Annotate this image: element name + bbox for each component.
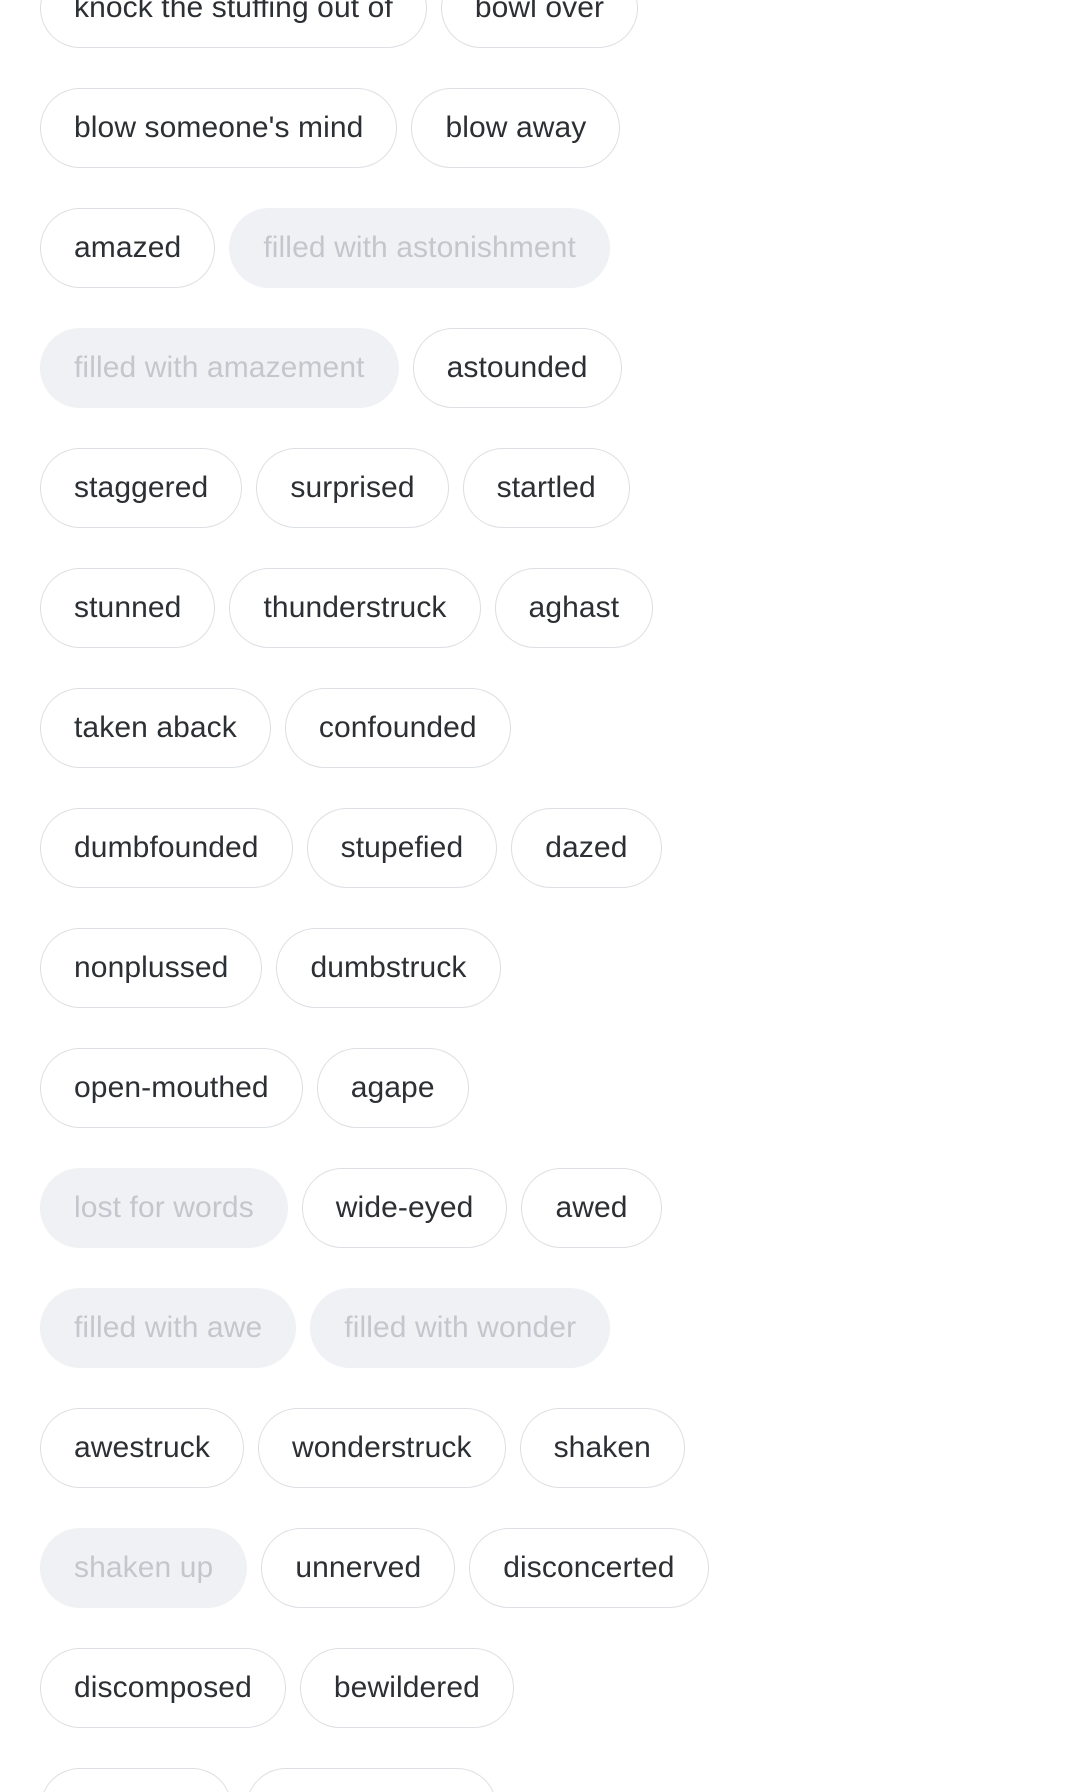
synonym-list-viewport[interactable]: knock the stuffing out of bowl over blow s… — [0, 0, 1075, 1792]
synonym-chip[interactable]: flabbergasted — [246, 1768, 498, 1792]
synonym-chip[interactable]: blow away — [411, 88, 621, 168]
synonym-chip[interactable]: taken aback — [40, 688, 271, 768]
synonym-chip: shaken up — [40, 1528, 248, 1608]
synonym-chip[interactable]: dazed — [511, 808, 662, 888]
synonym-chip[interactable]: startled — [462, 448, 630, 528]
synonym-chip[interactable]: confounded — [284, 688, 511, 768]
synonym-chip[interactable]: wonderstruck — [257, 1408, 506, 1488]
synonym-chip: filled with astonishment — [229, 208, 610, 288]
synonym-chip[interactable]: thunderstruck — [229, 568, 481, 648]
synonym-chip[interactable]: agape — [316, 1048, 469, 1128]
synonym-chip[interactable]: wide-eyed — [301, 1168, 508, 1248]
synonym-chip: filled with amazement — [40, 328, 399, 408]
synonym-chip[interactable]: staggered — [40, 448, 243, 528]
synonym-chip[interactable]: bewildered — [299, 1648, 514, 1728]
synonym-chip: filled with awe — [40, 1288, 297, 1368]
synonym-chip[interactable]: amazed — [40, 208, 216, 288]
synonym-chip[interactable]: disconcerted — [469, 1528, 709, 1608]
synonym-chip[interactable]: dumbstruck — [276, 928, 501, 1008]
synonym-chip[interactable]: nonplussed — [40, 928, 263, 1008]
synonym-chip: lost for words — [40, 1168, 288, 1248]
synonym-chip[interactable]: bowl over — [440, 0, 639, 48]
synonym-chip[interactable]: bemused — [40, 1768, 233, 1792]
synonym-chip[interactable]: astounded — [412, 328, 622, 408]
synonym-chip[interactable]: aghast — [494, 568, 654, 648]
synonym-chip: filled with wonder — [310, 1288, 611, 1368]
synonym-chip[interactable]: awed — [521, 1168, 662, 1248]
synonym-chip[interactable]: stupefied — [306, 808, 498, 888]
synonym-chip[interactable]: discomposed — [40, 1648, 286, 1728]
synonym-chip[interactable]: surprised — [256, 448, 449, 528]
synonym-chip[interactable]: shaken — [519, 1408, 685, 1488]
synonym-chip[interactable]: unnerved — [261, 1528, 456, 1608]
synonym-chip[interactable]: dumbfounded — [40, 808, 293, 888]
synonym-chip[interactable]: knock the stuffing out of — [40, 0, 427, 48]
synonym-chip[interactable]: stunned — [40, 568, 216, 648]
synonym-chip[interactable]: open-mouthed — [40, 1048, 303, 1128]
synonym-chip[interactable]: awestruck — [40, 1408, 244, 1488]
synonym-chip[interactable]: blow someone's mind — [40, 88, 398, 168]
synonym-chip-cloud: knock the stuffing out of bowl over blow s… — [0, 0, 1075, 1792]
